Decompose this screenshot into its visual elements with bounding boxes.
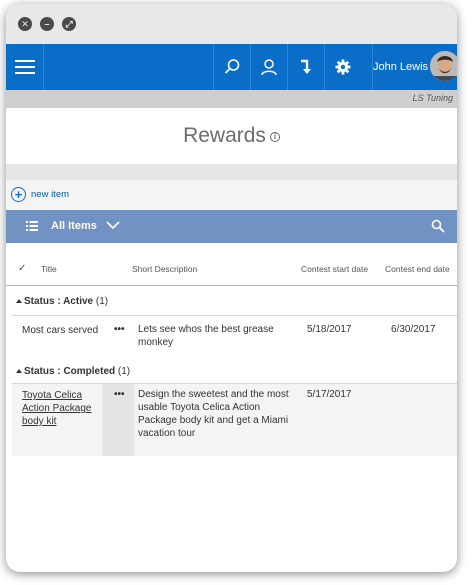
select-all-check-icon[interactable]: ✓ xyxy=(18,263,26,274)
column-headers: ✓ Title Short Description Contest start … xyxy=(6,243,457,286)
page-title-text: Rewards xyxy=(183,124,266,147)
separator xyxy=(6,164,457,180)
item-title[interactable]: Most cars served xyxy=(22,324,98,337)
new-item-button[interactable]: + new item xyxy=(11,187,69,202)
collapse-icon[interactable] xyxy=(16,299,22,303)
command-bar: + new item xyxy=(6,180,457,210)
item-description: Lets see whos the best grease monkey xyxy=(138,324,274,348)
plus-icon: + xyxy=(11,187,26,202)
group-header-active[interactable]: Status : Active (1) xyxy=(16,296,108,307)
follow-button[interactable] xyxy=(287,44,324,90)
view-bar: All Items xyxy=(6,210,457,243)
search-button[interactable] xyxy=(213,44,250,90)
column-header-title[interactable]: Title xyxy=(41,264,57,274)
window-expand-button[interactable]: ⤢ xyxy=(62,17,76,31)
list-icon xyxy=(26,221,38,231)
settings-button[interactable] xyxy=(324,44,361,90)
item-start-date: 5/18/2017 xyxy=(307,324,352,335)
list-item[interactable]: Most cars served ••• Lets see whos the b… xyxy=(12,316,457,356)
column-header-description[interactable]: Short Description xyxy=(132,264,197,274)
arrow-down-icon xyxy=(301,59,311,74)
item-description: Design the sweetest and the most usable … xyxy=(138,389,289,439)
profile-button[interactable] xyxy=(250,44,287,90)
page-title: Rewards i xyxy=(6,124,457,148)
site-name[interactable]: LS Tuning xyxy=(413,93,453,103)
item-end-date: 6/30/2017 xyxy=(391,324,436,335)
new-item-label: new item xyxy=(31,189,70,200)
item-menu-button[interactable]: ••• xyxy=(114,388,125,401)
item-title-link[interactable]: Toyota Celica Action Package body kit xyxy=(22,389,102,428)
column-header-end-date[interactable]: Contest end date xyxy=(385,264,450,274)
site-band: LS Tuning xyxy=(6,90,457,108)
group-header-completed[interactable]: Status : Completed (1) xyxy=(16,366,130,377)
list-item[interactable]: Toyota Celica Action Package body kit ••… xyxy=(12,384,457,456)
person-icon xyxy=(261,59,277,76)
search-icon xyxy=(224,59,240,74)
avatar-image xyxy=(430,51,457,81)
gear-icon xyxy=(335,59,351,75)
window-minimize-button[interactable]: – xyxy=(40,17,54,31)
info-icon[interactable]: i xyxy=(269,132,280,142)
item-menu-button[interactable]: ••• xyxy=(114,323,125,336)
collapse-icon[interactable] xyxy=(16,369,22,373)
app-window: ✕ – ⤢ John Lewis LS Tuning Rewards i + n… xyxy=(6,4,457,572)
chevron-down-icon[interactable] xyxy=(106,219,120,231)
item-start-date: 5/17/2017 xyxy=(307,389,352,400)
app-header-bar: John Lewis xyxy=(6,44,457,90)
column-header-start-date[interactable]: Contest start date xyxy=(301,264,368,274)
view-selector[interactable]: All Items xyxy=(51,220,97,232)
search-icon[interactable] xyxy=(431,219,445,233)
user-avatar[interactable] xyxy=(430,51,457,81)
menu-icon[interactable] xyxy=(6,44,44,90)
window-close-button[interactable]: ✕ xyxy=(18,17,32,31)
user-name-label[interactable]: John Lewis xyxy=(372,44,428,90)
window-titlebar: ✕ – ⤢ xyxy=(6,4,457,44)
